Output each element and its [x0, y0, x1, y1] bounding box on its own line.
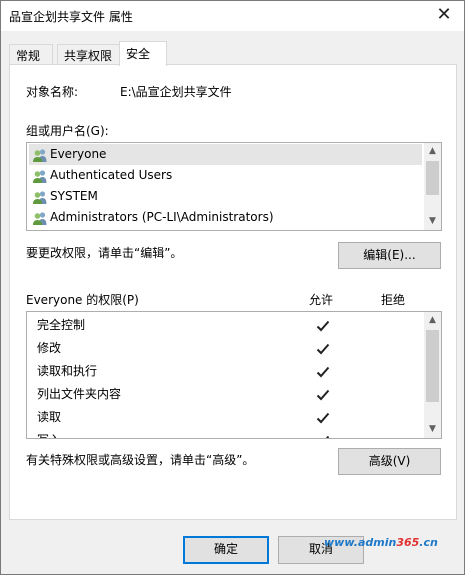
- watermark-part2: 365: [396, 536, 420, 549]
- edit-hint: 要更改权限，请单击“编辑”。: [26, 246, 183, 260]
- permission-name: 写入: [37, 430, 61, 438]
- user-row[interactable]: Everyone: [29, 144, 422, 165]
- permission-name: 读取: [37, 410, 62, 424]
- permission-row: 完全控制: [29, 315, 422, 336]
- users-scrollbar[interactable]: ▲ ▼: [424, 143, 441, 230]
- permission-row: 写入: [29, 430, 422, 438]
- permission-name: 列出文件夹内容: [37, 387, 122, 401]
- permission-row: 列出文件夹内容: [29, 384, 422, 405]
- permission-row: 读取: [29, 407, 422, 428]
- watermark-part3: .cn: [419, 536, 438, 549]
- permission-row: 修改: [29, 338, 422, 359]
- permission-name: 完全控制: [37, 318, 86, 332]
- users-group-icon: [33, 191, 47, 204]
- users-group-icon: [33, 170, 47, 183]
- scroll-thumb[interactable]: [426, 330, 439, 402]
- properties-dialog: 品宣企划共享文件 属性 ✕ 常规 共享权限 安全 对象名称: E:\品宣企划共享…: [0, 0, 465, 575]
- allow-check-icon: [316, 412, 330, 424]
- users-group-icon: [33, 212, 47, 225]
- scroll-down-icon[interactable]: ▼: [424, 213, 441, 230]
- object-name-label: 对象名称:: [26, 85, 79, 99]
- permissions-scrollbar[interactable]: ▲ ▼: [424, 312, 441, 438]
- window-title: 品宣企划共享文件 属性: [9, 10, 133, 24]
- edit-button[interactable]: 编辑(E)...: [338, 242, 441, 269]
- permission-name: 修改: [37, 341, 62, 355]
- allow-header: 允许: [309, 293, 334, 307]
- user-name: Administrators (PC-LI\Administrators): [50, 210, 274, 224]
- allow-check-icon: [316, 320, 330, 332]
- permissions-list[interactable]: ▲ ▼ 完全控制修改读取和执行列出文件夹内容读取写入: [26, 311, 442, 439]
- user-row[interactable]: Authenticated Users: [29, 165, 422, 186]
- close-icon[interactable]: ✕: [434, 5, 454, 25]
- tab-security[interactable]: 安全: [119, 41, 167, 66]
- permission-name: 读取和执行: [37, 364, 98, 378]
- groups-label: 组或用户名(G):: [26, 124, 109, 138]
- title-bar[interactable]: 品宣企划共享文件 属性 ✕: [1, 1, 464, 31]
- allow-check-icon: [325, 435, 330, 438]
- allow-check-icon: [316, 343, 330, 355]
- deny-header: 拒绝: [381, 293, 406, 307]
- scroll-thumb[interactable]: [426, 161, 439, 195]
- scroll-up-icon[interactable]: ▲: [424, 143, 441, 160]
- user-name: SYSTEM: [50, 189, 98, 203]
- advanced-button[interactable]: 高级(V): [338, 448, 441, 475]
- users-list[interactable]: ▲ ▼ Everyone Authenticated Users SYSTEM Adm…: [26, 142, 442, 231]
- tab-sharing-permissions[interactable]: 共享权限: [57, 44, 121, 65]
- allow-check-icon: [316, 389, 330, 401]
- ok-button[interactable]: 确定: [183, 536, 269, 564]
- allow-check-icon: [316, 366, 330, 378]
- user-row[interactable]: SYSTEM: [29, 186, 422, 207]
- users-group-icon: [33, 149, 47, 162]
- object-name-value: E:\品宣企划共享文件: [120, 85, 232, 99]
- advanced-hint: 有关特殊权限或高级设置，请单击“高级”。: [26, 453, 255, 467]
- security-panel: 对象名称: E:\品宣企划共享文件 组或用户名(G): ▲ ▼ Everyone…: [9, 64, 457, 520]
- permission-row: 读取和执行: [29, 361, 422, 382]
- permissions-label: Everyone 的权限(P): [26, 293, 139, 307]
- tab-general[interactable]: 常规: [9, 44, 53, 65]
- scroll-up-icon[interactable]: ▲: [424, 312, 441, 329]
- watermark: www.admin365.cn: [324, 536, 438, 549]
- watermark-part1: www.admin: [324, 536, 397, 549]
- scroll-down-icon[interactable]: ▼: [424, 421, 441, 438]
- user-name: Everyone: [50, 147, 107, 161]
- user-row[interactable]: Administrators (PC-LI\Administrators): [29, 207, 422, 228]
- user-name: Authenticated Users: [50, 168, 173, 182]
